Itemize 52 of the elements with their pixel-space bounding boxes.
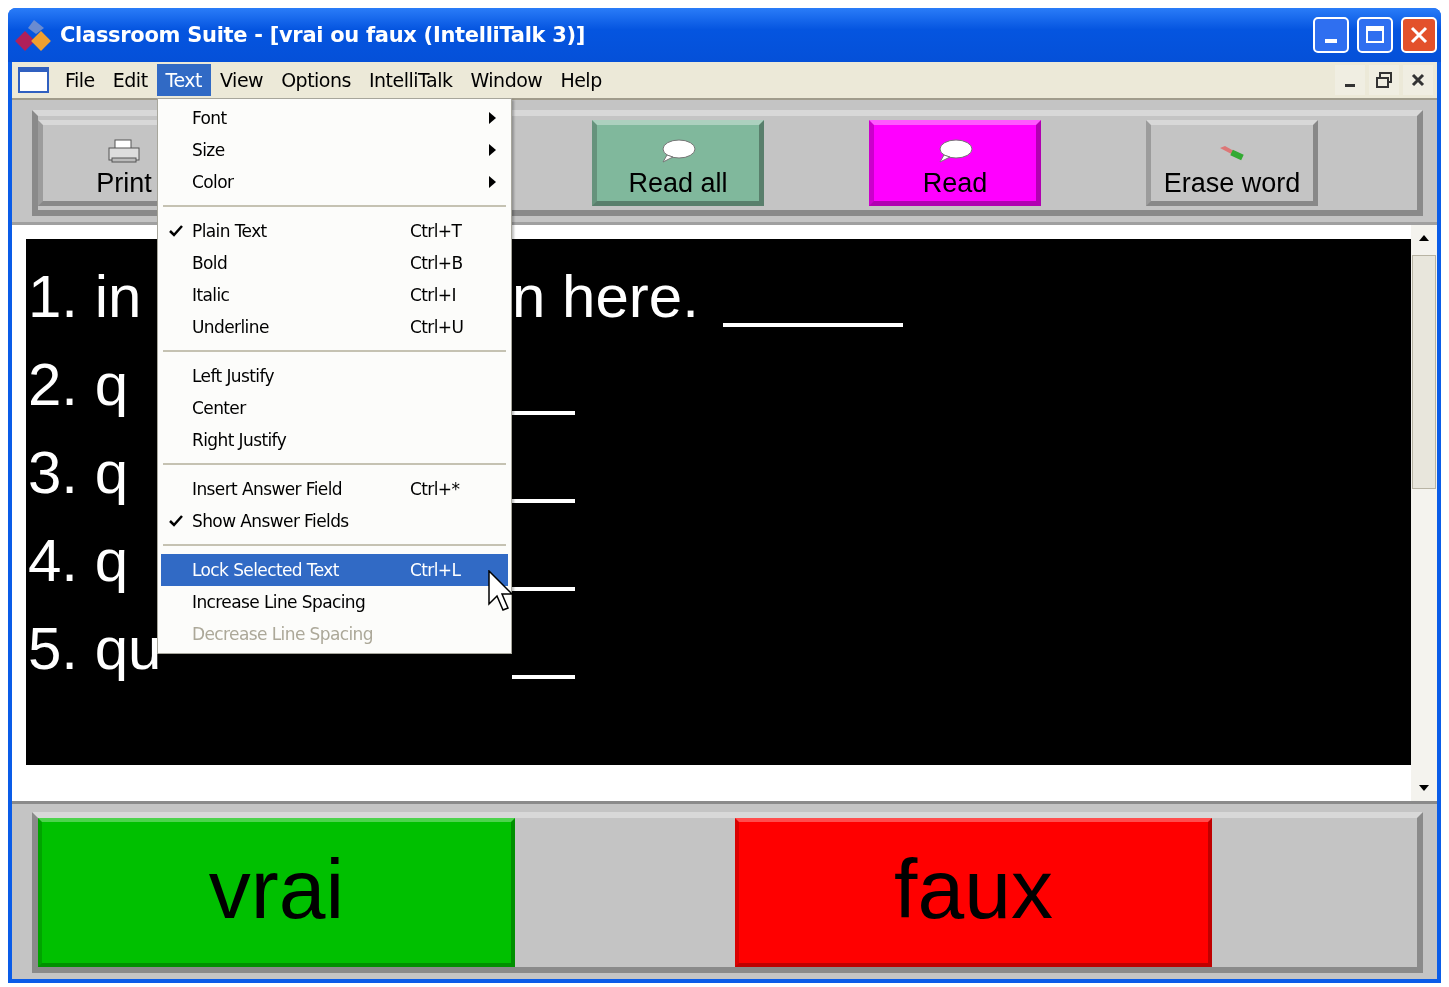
menu-item[interactable]: Italic Ctrl+I [161, 279, 508, 311]
submenu-arrow-icon [489, 112, 496, 124]
menu-item[interactable]: Text [156, 64, 212, 96]
menu-item[interactable]: File [56, 64, 104, 96]
close-button[interactable] [1403, 65, 1433, 95]
menu-item[interactable]: Bold Ctrl+B [161, 247, 508, 279]
toolbar-button[interactable]: Read all [592, 120, 764, 206]
close-icon [1410, 72, 1426, 88]
maximize-button[interactable] [1357, 17, 1393, 53]
menu-item[interactable]: Window [461, 64, 552, 96]
document-icon [18, 66, 50, 94]
speech-bubble-icon [936, 138, 974, 164]
document-text: 3. q [28, 443, 129, 508]
scrollbar[interactable] [1411, 225, 1437, 801]
menu-item[interactable]: Right Justify [161, 424, 508, 456]
document-text: 2. q [28, 355, 129, 420]
checkmark-icon [169, 225, 183, 237]
minimize-button[interactable] [1335, 65, 1365, 95]
document-text: n here. [512, 267, 699, 332]
close-icon [1409, 25, 1429, 45]
checkmark-icon [169, 515, 183, 527]
menu-item[interactable]: Options [272, 64, 360, 96]
menu-item[interactable]: View [211, 64, 273, 96]
document-text: 5. qu [28, 619, 162, 684]
menu-item[interactable]: Show Answer Fields [161, 505, 508, 537]
restore-icon [1375, 71, 1393, 89]
scroll-thumb[interactable] [1412, 255, 1436, 489]
window-title: Classroom Suite - [vrai ou faux (IntelliTalk 3)] [60, 23, 587, 47]
submenu-arrow-icon [489, 144, 496, 156]
minimize-icon [1325, 39, 1337, 43]
menu-item[interactable]: Plain Text Ctrl+T [161, 215, 508, 247]
menu-item[interactable]: Help [551, 64, 611, 96]
answer-button[interactable]: faux [735, 818, 1212, 967]
menu-item[interactable]: Left Justify [161, 360, 508, 392]
menu-item[interactable]: IntelliTalk [359, 64, 462, 96]
toolbar-button[interactable]: Read [869, 120, 1041, 206]
menu-item[interactable]: Underline Ctrl+U [161, 311, 508, 343]
minimize-icon [1345, 83, 1355, 87]
speech-bubble-icon [659, 138, 697, 164]
document-text: 1. in [28, 267, 142, 332]
submenu-arrow-icon [489, 176, 496, 188]
menu-item[interactable]: Center [161, 392, 508, 424]
app-logo-icon [14, 18, 52, 52]
restore-button[interactable] [1369, 65, 1399, 95]
toolbar-button[interactable]: Erase word [1146, 120, 1318, 206]
menu-item[interactable]: Lock Selected Text Ctrl+L [161, 554, 508, 586]
printer-icon [107, 138, 141, 164]
document-text: 4. q [28, 531, 129, 596]
menu-item[interactable]: Edit [103, 64, 157, 96]
menu-item[interactable]: Insert Answer Field Ctrl+* [161, 473, 508, 505]
maximize-icon [1365, 25, 1385, 45]
answer-button[interactable]: vrai [38, 818, 515, 967]
